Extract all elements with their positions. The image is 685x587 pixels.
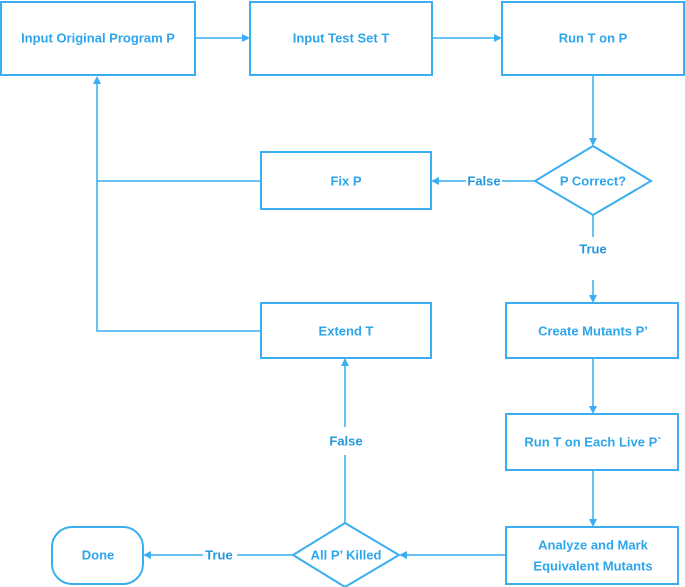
node-fix-p: Fix P	[260, 151, 432, 210]
node-label-line1: Analyze and Mark	[538, 538, 649, 553]
node-label: Fix P	[330, 174, 361, 189]
arrowhead	[143, 551, 151, 559]
node-label: Create Mutants P’	[538, 324, 648, 339]
edge-label-true: True	[579, 242, 606, 257]
decision-all-killed: All P’ Killed	[291, 521, 401, 587]
node-label: Run T on P	[559, 31, 628, 46]
node-label: Done	[82, 548, 115, 563]
connectors	[93, 34, 597, 559]
edge-label-false: False	[467, 174, 500, 189]
terminal-done: Done	[51, 526, 144, 585]
node-label-line2: Equivalent Mutants	[533, 559, 652, 574]
flowchart: Input Original Program P Input Test Set …	[0, 1, 685, 587]
arrowhead	[494, 34, 502, 42]
arrowhead	[589, 519, 597, 527]
node-create-mutants: Create Mutants P’	[505, 302, 679, 359]
node-label: Run T on Each Live P`	[524, 435, 661, 450]
node-label: Input Test Set T	[293, 31, 390, 46]
node-input-test-set: Input Test Set T	[249, 1, 433, 76]
node-label: P Correct?	[560, 174, 626, 189]
node-input-program: Input Original Program P	[0, 1, 196, 76]
arrowhead	[589, 406, 597, 414]
node-run-t-on-p: Run T on P	[501, 1, 685, 76]
node-analyze-equivalent: Analyze and Mark Equivalent Mutants	[505, 526, 679, 585]
edge-label-true: True	[205, 548, 232, 563]
node-label: Input Original Program P	[21, 31, 175, 46]
decision-p-correct: P Correct?	[533, 144, 653, 217]
arrowhead	[431, 177, 439, 185]
arrowhead	[341, 358, 349, 366]
node-label: All P’ Killed	[311, 548, 382, 563]
arrowhead	[589, 138, 597, 146]
arrowhead	[242, 34, 250, 42]
arrowhead	[93, 76, 101, 84]
edge-extend-to-program	[96, 82, 261, 332]
node-extend-t: Extend T	[260, 302, 432, 359]
node-run-t-each-live: Run T on Each Live P`	[505, 413, 679, 471]
node-label: Extend T	[319, 324, 374, 339]
arrowhead	[589, 295, 597, 303]
edge-label-false: False	[329, 434, 362, 449]
